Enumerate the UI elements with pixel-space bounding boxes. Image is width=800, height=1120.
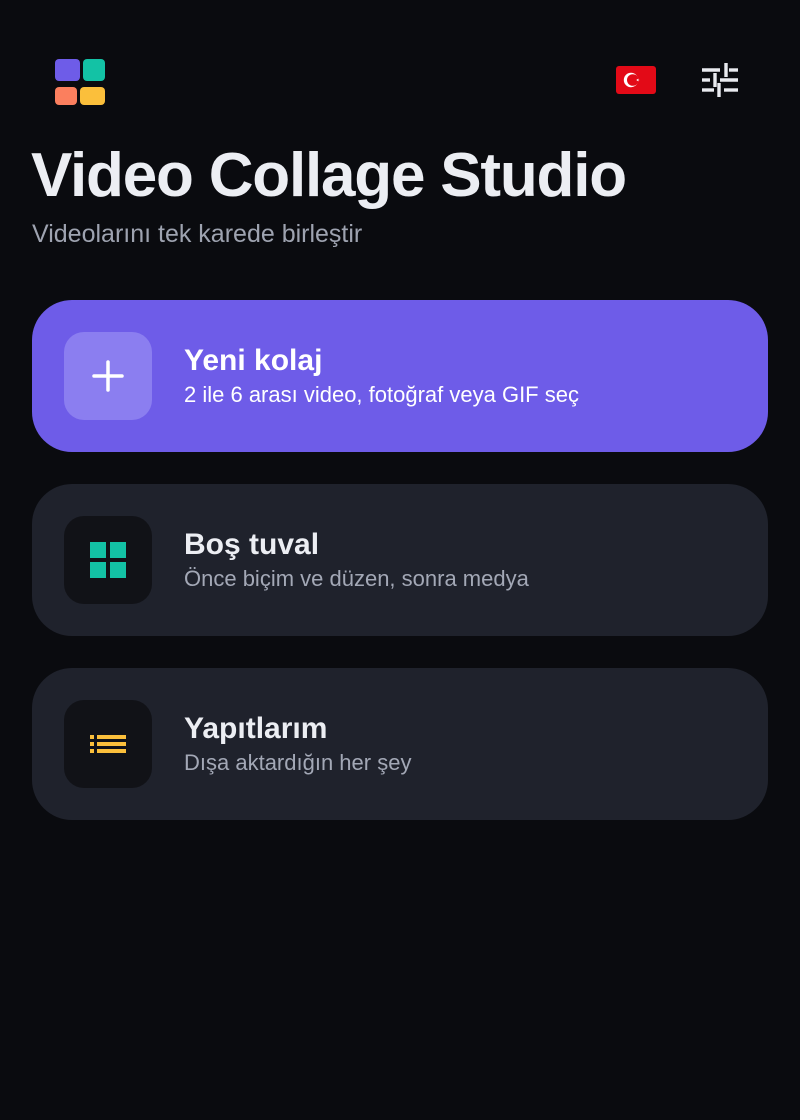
grid-icon bbox=[90, 542, 126, 578]
app-logo-icon bbox=[55, 59, 105, 105]
sliders-icon bbox=[702, 63, 738, 97]
my-works-icon-box bbox=[64, 700, 152, 788]
page-subtitle: Videolarını tek karede birleştir bbox=[32, 220, 363, 248]
card-subtitle: Dışa aktardığın her şey bbox=[184, 750, 412, 775]
list-icon bbox=[90, 735, 126, 753]
card-title: Yeni kolaj bbox=[184, 344, 323, 377]
settings-button[interactable] bbox=[698, 58, 742, 102]
page-title: Video Collage Studio bbox=[31, 141, 627, 210]
blank-canvas-icon-box bbox=[64, 516, 152, 604]
card-subtitle: 2 ile 6 arası video, fotoğraf veya GIF s… bbox=[184, 382, 579, 407]
blank-canvas-card[interactable]: Boş tuval Önce biçim ve düzen, sonra med… bbox=[32, 484, 768, 636]
plus-icon bbox=[92, 360, 124, 392]
card-subtitle: Önce biçim ve düzen, sonra medya bbox=[184, 566, 529, 591]
my-works-card[interactable]: Yapıtlarım Dışa aktardığın her şey bbox=[32, 668, 768, 820]
new-collage-card[interactable]: Yeni kolaj 2 ile 6 arası video, fotoğraf… bbox=[32, 300, 768, 452]
card-title: Yapıtlarım bbox=[184, 712, 328, 745]
card-title: Boş tuval bbox=[184, 528, 320, 561]
new-collage-icon-box bbox=[64, 332, 152, 420]
language-flag-button[interactable] bbox=[616, 66, 656, 94]
turkey-flag-icon bbox=[616, 66, 656, 94]
